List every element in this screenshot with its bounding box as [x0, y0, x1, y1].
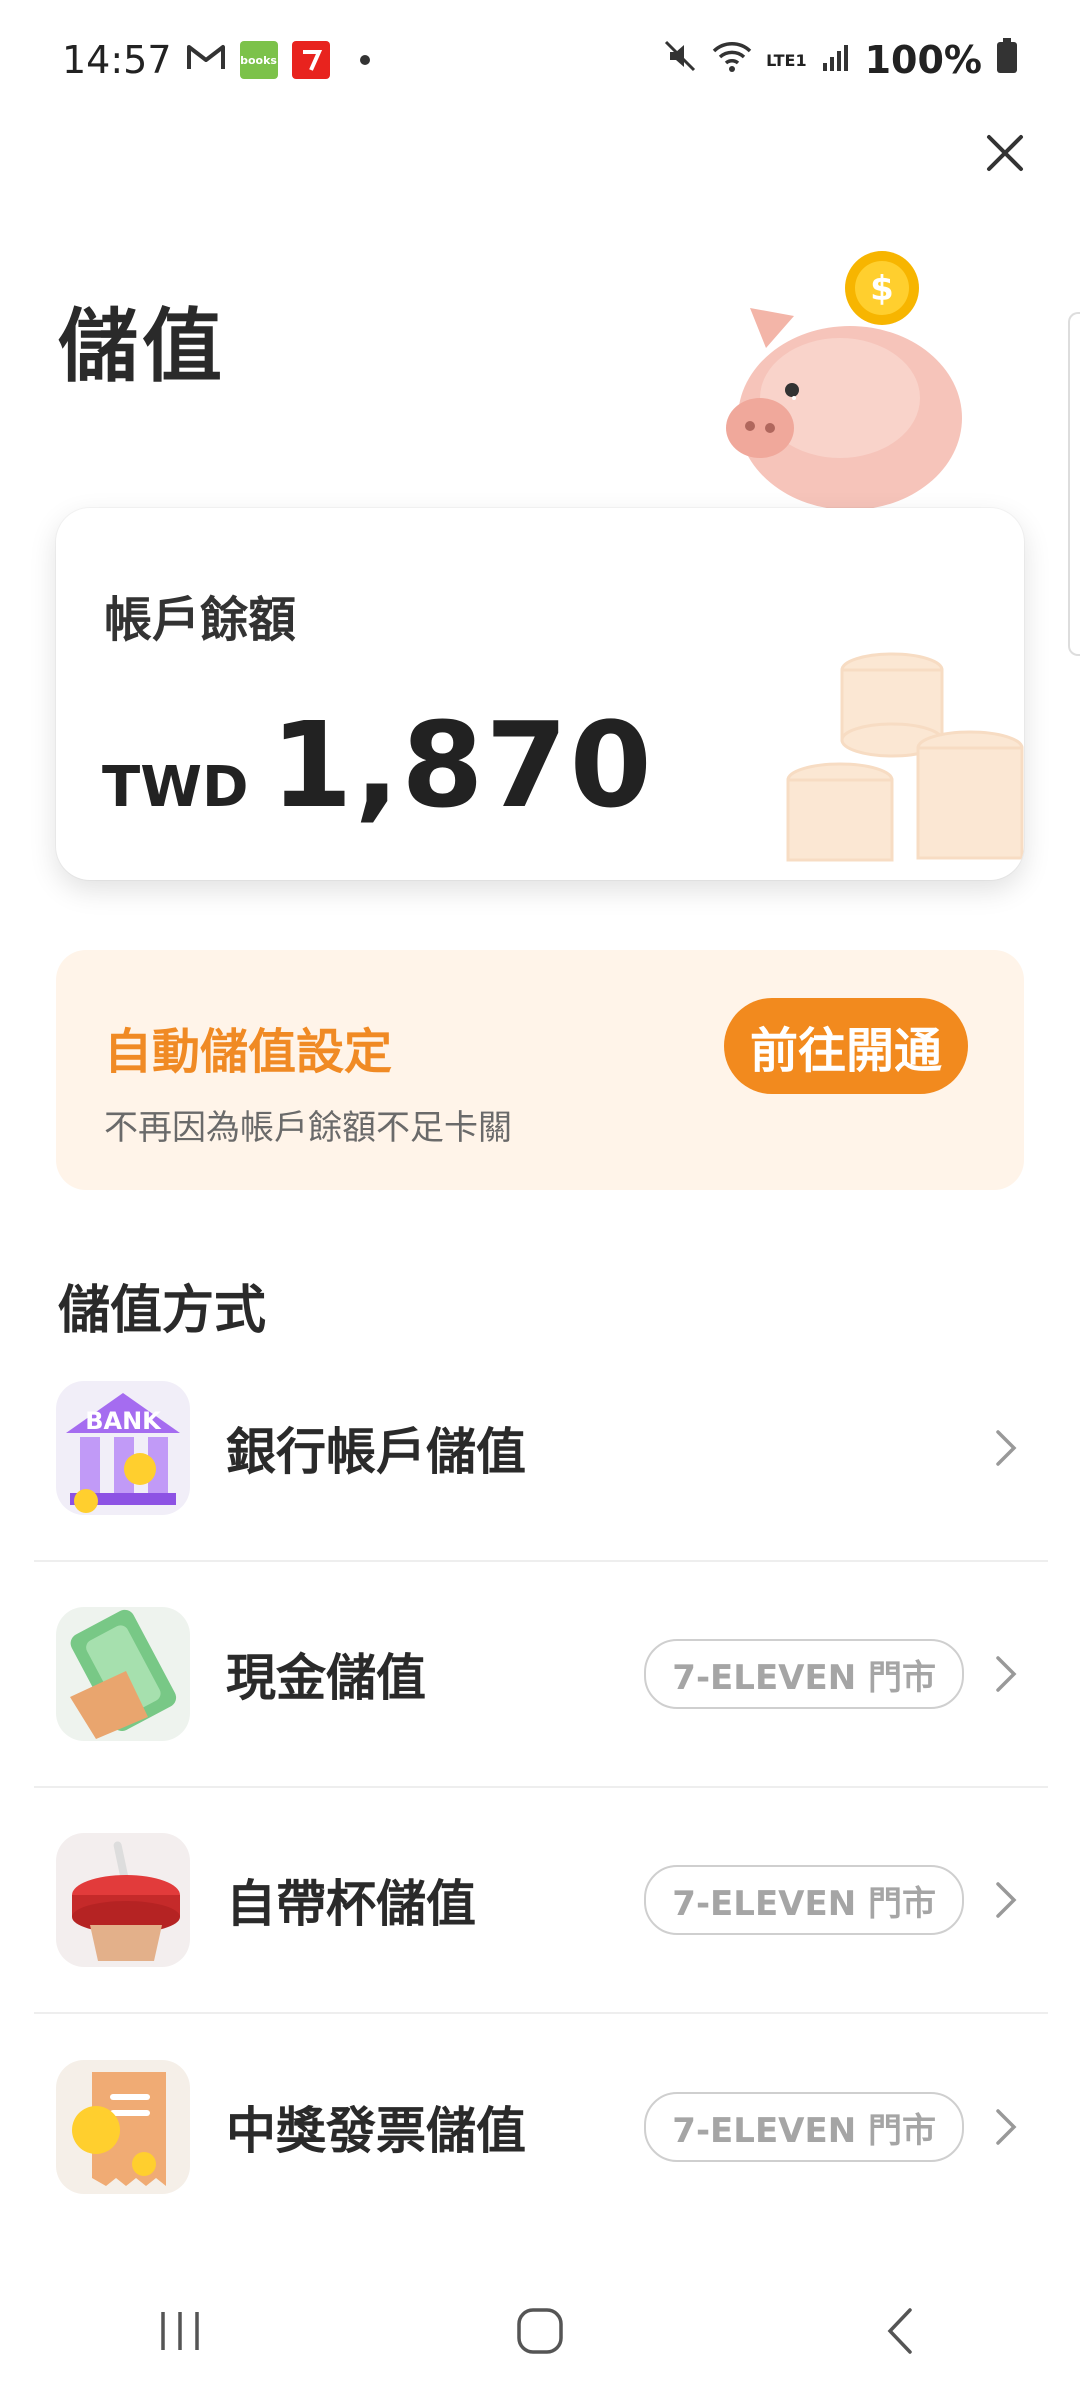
balance-currency: TWD: [102, 755, 249, 820]
balance-amount: TWD 1,870: [102, 696, 654, 834]
signal-icon: [821, 38, 851, 82]
chevron-right-icon: [986, 1423, 1026, 1473]
method-row-cash[interactable]: 現金儲值 7-ELEVEN 門市: [34, 1562, 1048, 1788]
auto-topup-subtitle: 不再因為帳戶餘額不足卡關: [104, 1108, 512, 1148]
scroll-indicator: [1068, 312, 1080, 656]
balance-label: 帳戶餘額: [104, 592, 297, 648]
status-bar: 14:57 books LTE1 100%: [0, 0, 1080, 120]
store-tag: 7-ELEVEN 門市: [644, 1865, 964, 1935]
method-label: 銀行帳戶儲值: [226, 1423, 526, 1481]
method-label: 現金儲值: [226, 1649, 426, 1707]
chevron-right-icon: [986, 2102, 1026, 2152]
invoice-icon: [56, 2060, 190, 2194]
section-title: 儲值方式: [58, 1281, 267, 1341]
store-tag: 7-ELEVEN 門市: [644, 2092, 964, 2162]
close-button[interactable]: [974, 122, 1036, 184]
page-title: 儲值: [58, 300, 226, 393]
auto-topup-title: 自動儲值設定: [104, 1024, 393, 1080]
enable-auto-topup-button[interactable]: 前往開通: [723, 998, 968, 1094]
back-button[interactable]: [840, 2291, 960, 2371]
gmail-icon: [186, 38, 226, 82]
chevron-right-icon: [986, 1649, 1026, 1699]
svg-text:BANK: BANK: [85, 1407, 162, 1435]
battery-icon: [996, 37, 1018, 83]
coin-stack-illustration: [784, 630, 1024, 880]
lte-icon: LTE1: [766, 50, 807, 70]
recents-button[interactable]: [120, 2291, 240, 2371]
books-app-icon: books: [239, 41, 278, 79]
notification-dot-icon: [359, 55, 370, 65]
status-time: 14:57: [62, 38, 172, 82]
method-label: 自帶杯儲值: [226, 1875, 476, 1933]
battery-text: 100%: [864, 38, 982, 82]
method-row-bank[interactable]: BANK 銀行帳戶儲值: [34, 1336, 1048, 1562]
cash-icon: [56, 1607, 190, 1741]
bank-icon: BANK: [56, 1381, 190, 1515]
system-nav-bar: [0, 2262, 1080, 2400]
auto-topup-card: 自動儲值設定 不再因為帳戶餘額不足卡關 前往開通: [56, 950, 1024, 1190]
mute-icon: [662, 38, 698, 83]
back-icon: [887, 2308, 912, 2354]
close-icon: [987, 135, 1023, 171]
home-button[interactable]: [480, 2291, 600, 2371]
home-icon: [517, 2308, 563, 2354]
svg-text:$: $: [870, 269, 894, 309]
method-row-invoice[interactable]: 中獎發票儲值 7-ELEVEN 門市: [34, 2014, 1048, 2240]
balance-card: 帳戶餘額 TWD 1,870: [56, 508, 1024, 880]
cup-icon: [56, 1833, 190, 1967]
piggy-bank-illustration: $: [700, 248, 980, 510]
seven-app-icon: [291, 41, 330, 79]
recents-icon: [161, 2312, 199, 2350]
store-tag: 7-ELEVEN 門市: [644, 1639, 964, 1709]
balance-value: 1,870: [270, 696, 654, 834]
chevron-right-icon: [986, 1875, 1026, 1925]
method-label: 中獎發票儲值: [226, 2102, 526, 2160]
wifi-icon: [712, 38, 752, 82]
method-row-cup[interactable]: 自帶杯儲值 7-ELEVEN 門市: [34, 1788, 1048, 2014]
